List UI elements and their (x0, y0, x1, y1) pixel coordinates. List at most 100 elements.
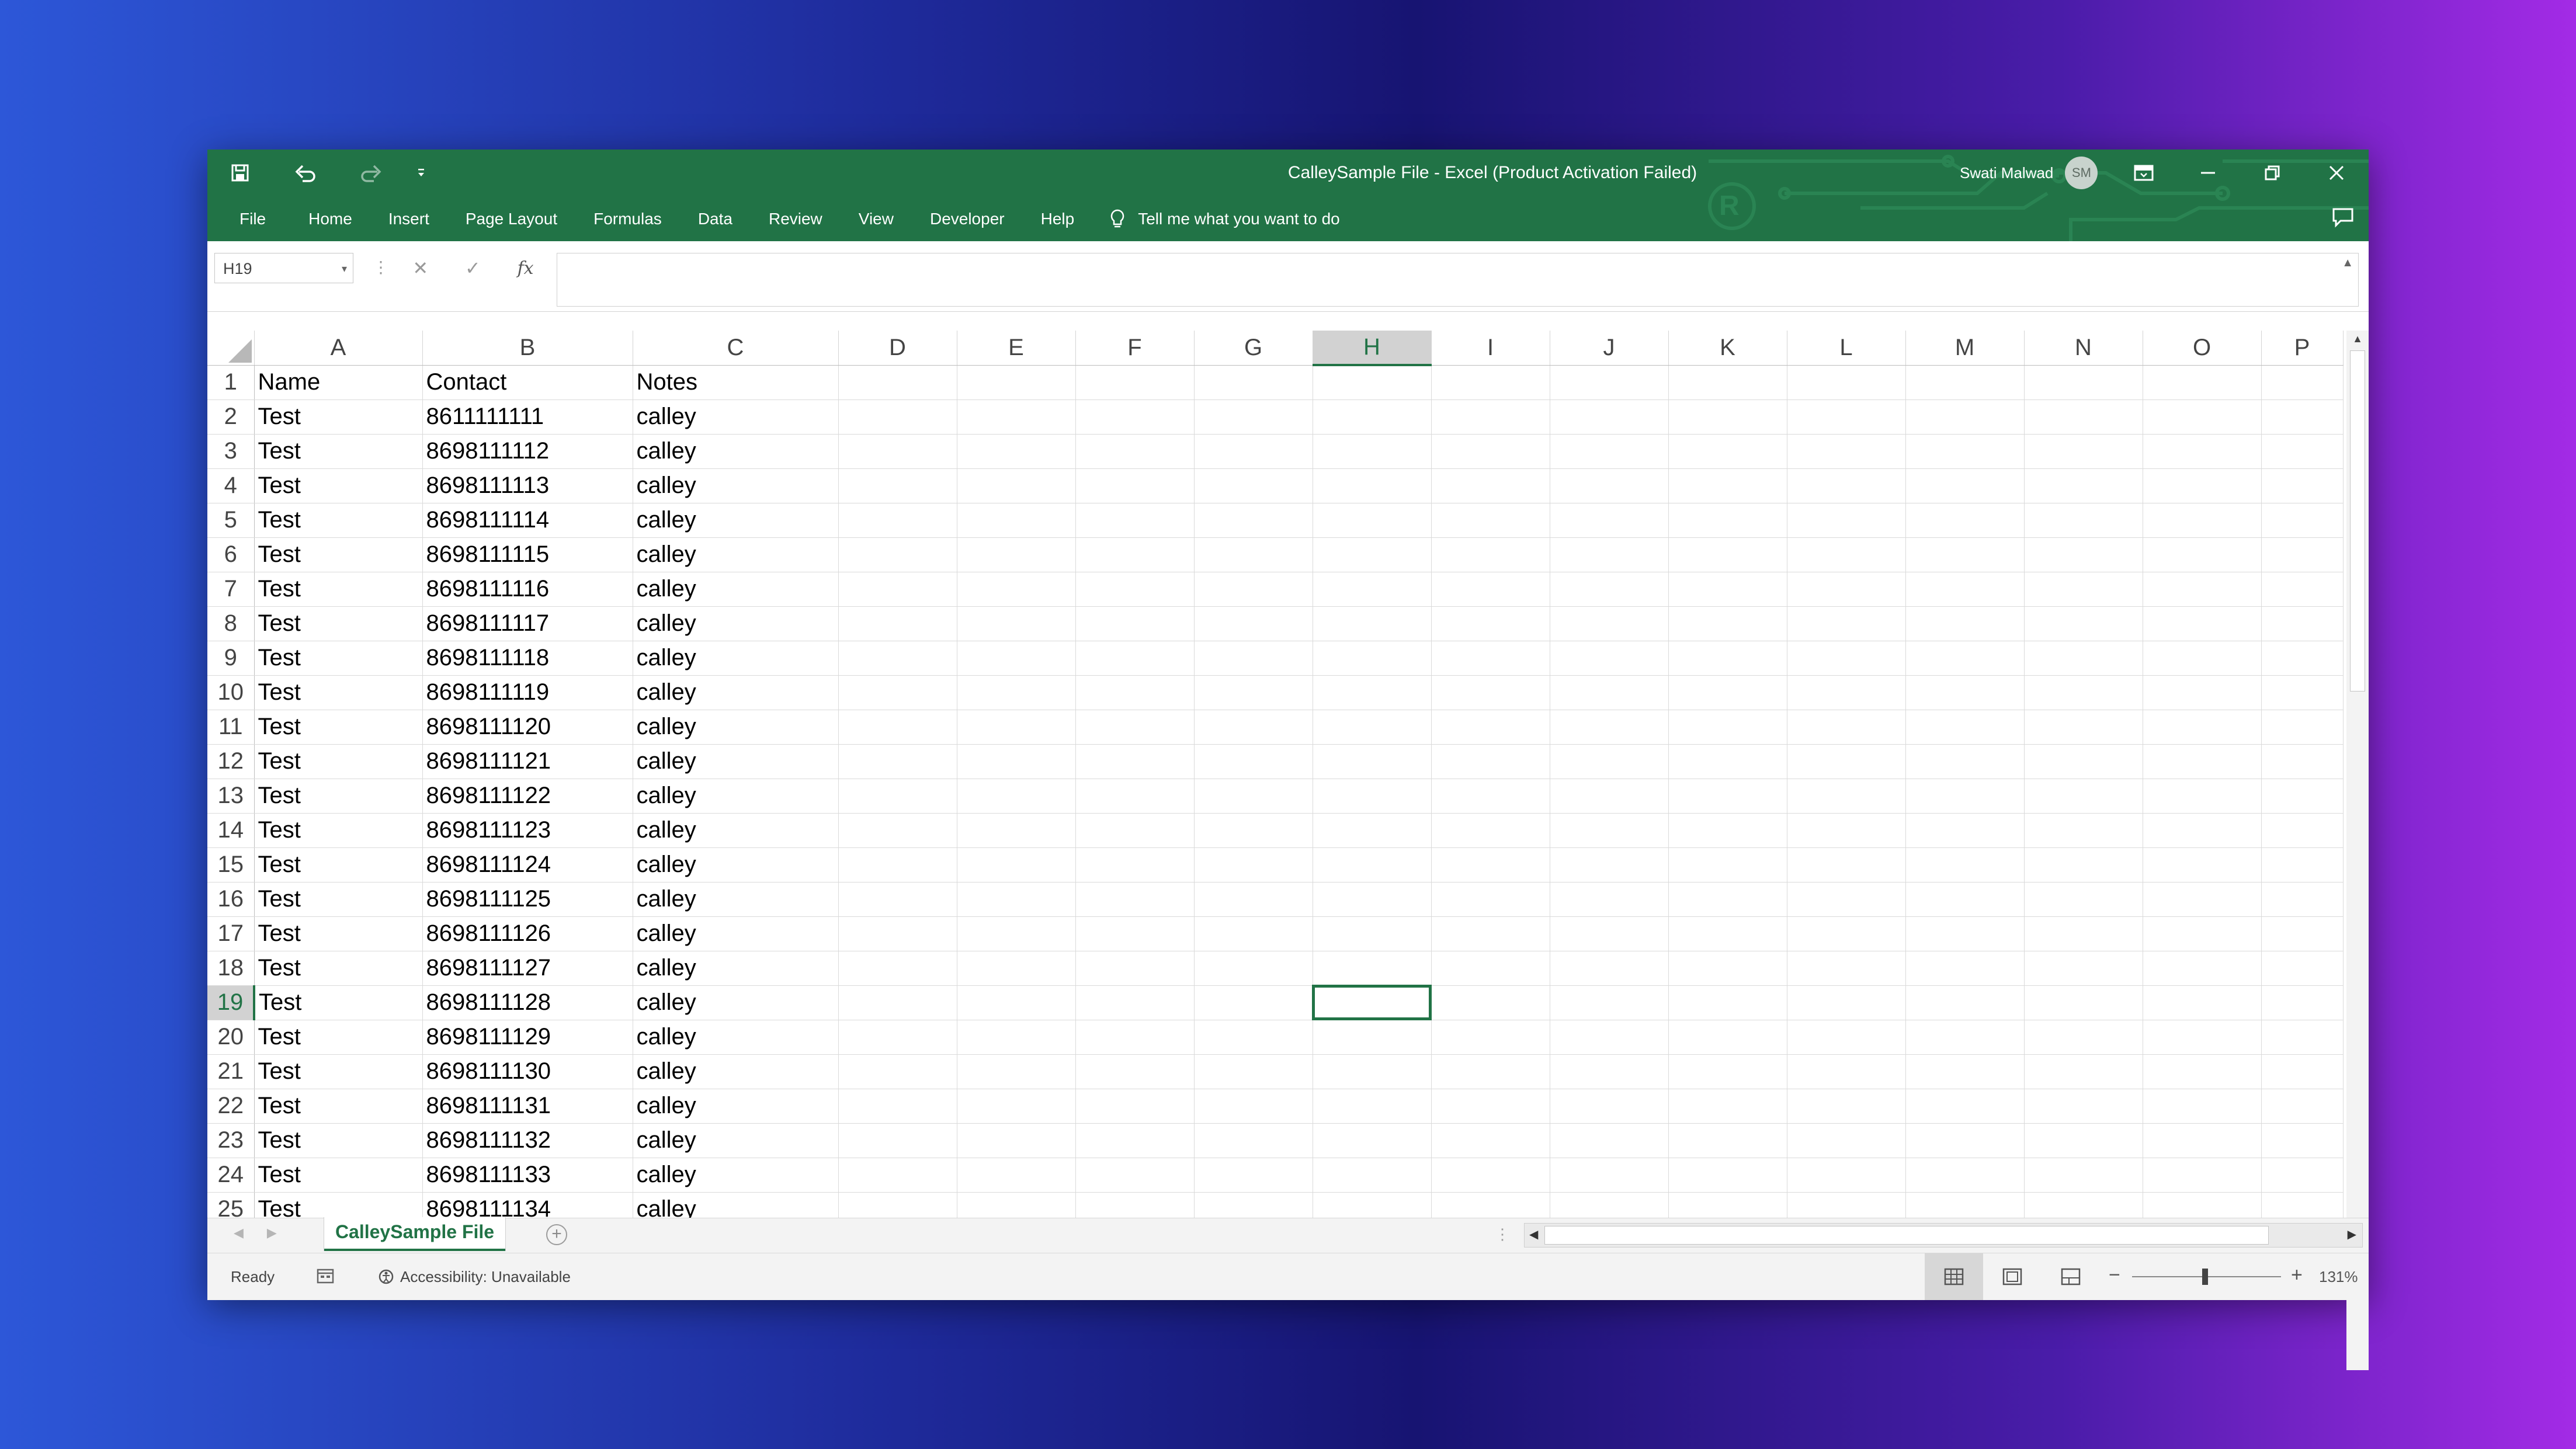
cell-l2[interactable] (1787, 399, 1906, 435)
row-header[interactable]: 21 (207, 1054, 255, 1089)
select-all-corner[interactable] (207, 331, 255, 366)
cell-p22[interactable] (2261, 1089, 2344, 1124)
cell-d14[interactable] (838, 813, 957, 848)
cell-o9[interactable] (2143, 641, 2262, 676)
cell-p3[interactable] (2261, 434, 2344, 469)
scroll-up-icon[interactable]: ▲ (2352, 333, 2363, 345)
row-header[interactable]: 7 (207, 572, 255, 607)
cell-b12[interactable]: 8698111121 (422, 744, 633, 779)
cell-m24[interactable] (1905, 1158, 2025, 1193)
cell-f23[interactable] (1075, 1123, 1195, 1158)
cell-e5[interactable] (957, 503, 1076, 538)
cell-p16[interactable] (2261, 882, 2344, 917)
cell-k19[interactable] (1668, 985, 1787, 1020)
cell-i4[interactable] (1431, 468, 1550, 503)
cell-o20[interactable] (2143, 1020, 2262, 1055)
cancel-icon[interactable]: ✕ (412, 257, 428, 279)
cell-m21[interactable] (1905, 1054, 2025, 1089)
cell-b16[interactable]: 8698111125 (422, 882, 633, 917)
cell-g5[interactable] (1194, 503, 1313, 538)
cell-g13[interactable] (1194, 779, 1313, 814)
cell-e19[interactable] (957, 985, 1076, 1020)
add-sheet-icon[interactable]: + (546, 1224, 567, 1245)
cell-c5[interactable]: calley (633, 503, 839, 538)
cell-i14[interactable] (1431, 813, 1550, 848)
cell-g21[interactable] (1194, 1054, 1313, 1089)
cell-c10[interactable]: calley (633, 675, 839, 710)
cell-o7[interactable] (2143, 572, 2262, 607)
cell-c15[interactable]: calley (633, 847, 839, 882)
cell-l19[interactable] (1787, 985, 1906, 1020)
cell-c24[interactable]: calley (633, 1158, 839, 1193)
avatar[interactable]: SM (2065, 157, 2098, 189)
cell-i11[interactable] (1431, 710, 1550, 745)
tab-view[interactable]: View (841, 210, 912, 228)
cell-g22[interactable] (1194, 1089, 1313, 1124)
cell-c22[interactable]: calley (633, 1089, 839, 1124)
cell-k10[interactable] (1668, 675, 1787, 710)
cell-k14[interactable] (1668, 813, 1787, 848)
cell-e14[interactable] (957, 813, 1076, 848)
cell-h4[interactable] (1313, 468, 1432, 503)
cell-j2[interactable] (1550, 399, 1669, 435)
cell-e15[interactable] (957, 847, 1076, 882)
cell-g7[interactable] (1194, 572, 1313, 607)
cell-e23[interactable] (957, 1123, 1076, 1158)
cell-o12[interactable] (2143, 744, 2262, 779)
cell-f11[interactable] (1075, 710, 1195, 745)
cell-g14[interactable] (1194, 813, 1313, 848)
cell-g6[interactable] (1194, 537, 1313, 572)
cell-p19[interactable] (2261, 985, 2344, 1020)
cell-g8[interactable] (1194, 606, 1313, 641)
cell-l24[interactable] (1787, 1158, 1906, 1193)
cell-m18[interactable] (1905, 951, 2025, 986)
cell-h24[interactable] (1313, 1158, 1432, 1193)
cell-f7[interactable] (1075, 572, 1195, 607)
accessibility-status[interactable]: Accessibility: Unavailable (377, 1253, 571, 1300)
cell-p13[interactable] (2261, 779, 2344, 814)
cell-i18[interactable] (1431, 951, 1550, 986)
cell-a22[interactable]: Test (254, 1089, 423, 1124)
cell-k12[interactable] (1668, 744, 1787, 779)
row-header[interactable]: 2 (207, 399, 255, 435)
cell-n9[interactable] (2024, 641, 2143, 676)
column-header-i[interactable]: I (1431, 331, 1550, 366)
column-header-f[interactable]: F (1075, 331, 1195, 366)
tab-formulas[interactable]: Formulas (575, 210, 680, 228)
row-header[interactable]: 11 (207, 710, 255, 745)
column-header-p[interactable]: P (2261, 331, 2344, 366)
name-box[interactable]: H19 ▾ (214, 253, 353, 283)
cell-l6[interactable] (1787, 537, 1906, 572)
cell-a6[interactable]: Test (254, 537, 423, 572)
cell-g17[interactable] (1194, 916, 1313, 951)
vertical-scroll-thumb[interactable] (2350, 350, 2365, 692)
cell-g18[interactable] (1194, 951, 1313, 986)
cell-n18[interactable] (2024, 951, 2143, 986)
cell-l4[interactable] (1787, 468, 1906, 503)
cell-k17[interactable] (1668, 916, 1787, 951)
cell-i2[interactable] (1431, 399, 1550, 435)
cell-b1[interactable]: Contact (422, 365, 633, 400)
cell-d13[interactable] (838, 779, 957, 814)
column-header-l[interactable]: L (1787, 331, 1906, 366)
cell-n23[interactable] (2024, 1123, 2143, 1158)
row-header[interactable]: 13 (207, 779, 255, 814)
cell-h15[interactable] (1313, 847, 1432, 882)
cell-d20[interactable] (838, 1020, 957, 1055)
cell-p12[interactable] (2261, 744, 2344, 779)
column-header-k[interactable]: K (1668, 331, 1787, 366)
cell-h18[interactable] (1313, 951, 1432, 986)
cell-i7[interactable] (1431, 572, 1550, 607)
cell-a17[interactable]: Test (254, 916, 423, 951)
cell-o16[interactable] (2143, 882, 2262, 917)
cell-d2[interactable] (838, 399, 957, 435)
cell-l14[interactable] (1787, 813, 1906, 848)
cell-a14[interactable]: Test (254, 813, 423, 848)
cell-i1[interactable] (1431, 365, 1550, 400)
enter-check-icon[interactable]: ✓ (465, 257, 481, 279)
cell-k18[interactable] (1668, 951, 1787, 986)
cell-d12[interactable] (838, 744, 957, 779)
cell-n1[interactable] (2024, 365, 2143, 400)
cell-l18[interactable] (1787, 951, 1906, 986)
cell-j16[interactable] (1550, 882, 1669, 917)
